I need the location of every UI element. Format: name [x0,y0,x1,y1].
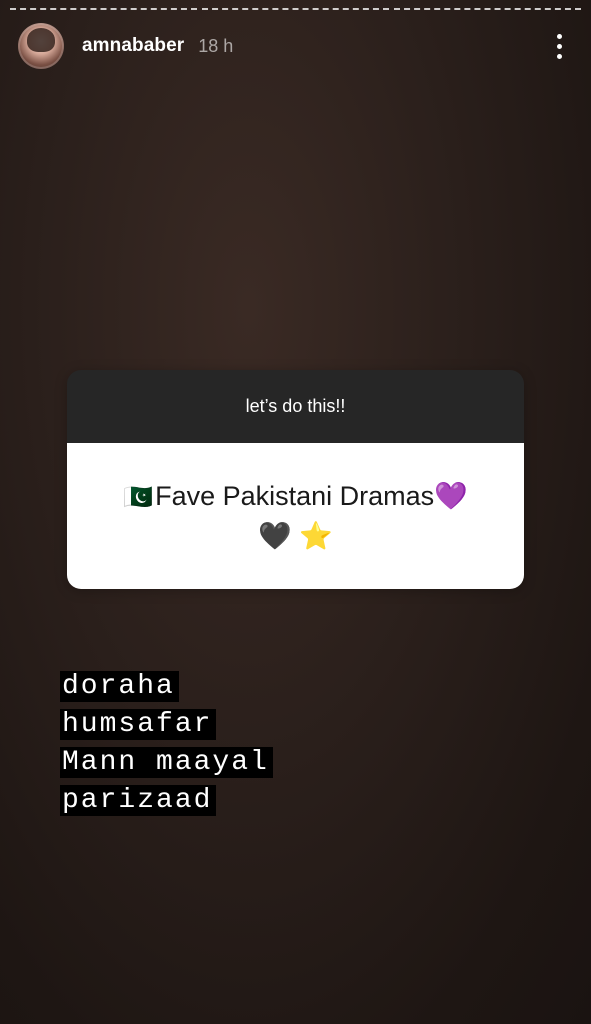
answer-text: doraha [60,671,179,702]
question-line-1: 🇵🇰Fave Pakistani Dramas💜 [123,477,468,517]
black-heart-icon: 🖤 [258,521,292,551]
question-prompt-text: let’s do this!! [245,396,346,416]
answer-item: humsafar [60,706,273,744]
answer-list: doraha humsafar Mann maayal parizaad [60,668,273,820]
question-prompt: let’s do this!! [67,370,524,443]
answer-text: humsafar [60,709,217,740]
answer-text: parizaad [60,785,217,816]
answer-item: doraha [60,668,273,706]
purple-heart-icon: 💜 [434,481,468,511]
progress-segment [202,7,389,12]
more-vertical-icon-dot [556,53,562,59]
avatar[interactable] [18,23,64,69]
question-sticker[interactable]: let’s do this!! 🇵🇰Fave Pakistani Dramas💜… [67,370,524,589]
more-vertical-icon [556,33,562,39]
story-progress-bar [10,7,581,12]
question-text: Fave Pakistani Dramas [155,481,435,511]
more-vertical-icon-dot [556,43,562,49]
question-line-2: 🖤 ⭐ [258,517,333,555]
answer-item: parizaad [60,782,273,820]
progress-segment [394,7,581,12]
answer-text: Mann maayal [60,747,273,778]
pakistan-flag-icon: 🇵🇰 [123,484,154,511]
answer-item: Mann maayal [60,744,273,782]
story-header: amnababer 18 h [18,22,569,70]
question-body: 🇵🇰Fave Pakistani Dramas💜 🖤 ⭐ [67,443,524,589]
more-options-button[interactable] [549,29,569,63]
progress-segment [10,7,197,12]
timestamp: 18 h [198,35,234,56]
star-icon: ⭐ [299,521,333,551]
username[interactable]: amnababer [82,35,184,57]
